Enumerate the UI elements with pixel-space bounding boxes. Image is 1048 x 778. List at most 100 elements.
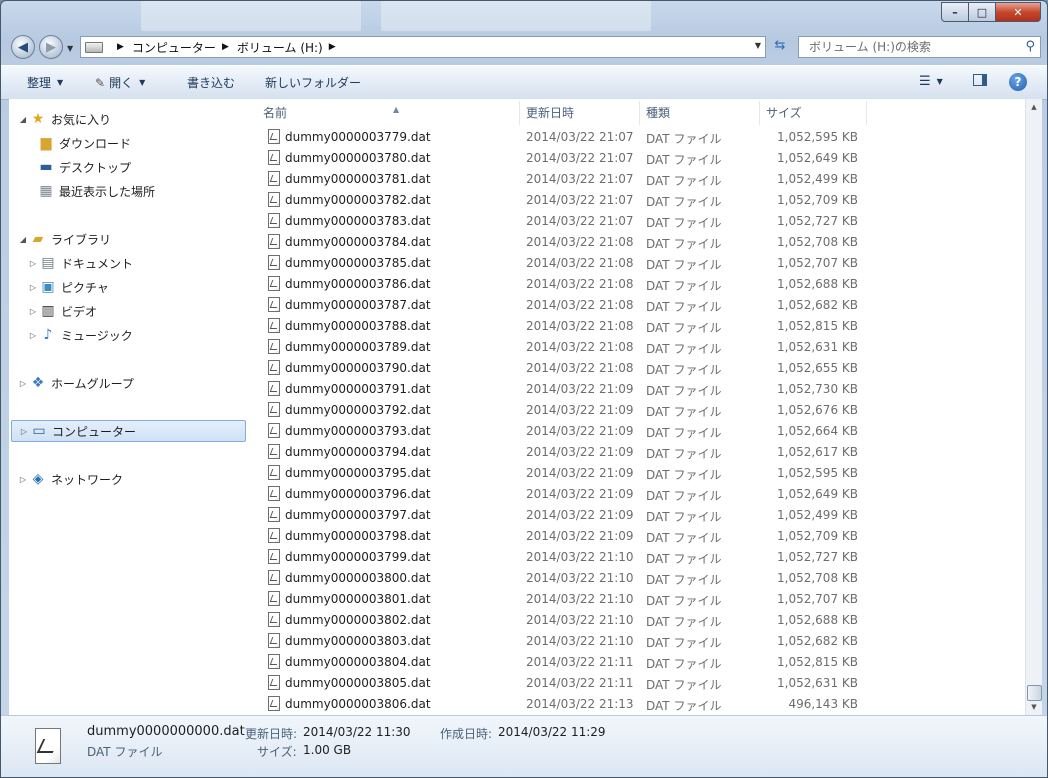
- nav-pictures[interactable]: ▷ ▣ ピクチャ: [27, 276, 109, 298]
- file-row[interactable]: dummy0000003803.dat 2014/03/22 21:10 DAT フ…: [247, 631, 867, 652]
- file-row[interactable]: dummy0000003801.dat 2014/03/22 21:10 DAT フ…: [247, 589, 867, 610]
- breadcrumb-label: ボリューム (H:): [236, 40, 323, 55]
- organize-button[interactable]: 整理 ▼: [27, 74, 63, 91]
- column-header-size[interactable]: サイズ: [760, 101, 867, 125]
- search-icon[interactable]: ⚲: [1025, 39, 1035, 54]
- collapse-icon[interactable]: ▷: [27, 259, 39, 268]
- file-row[interactable]: dummy0000003785.dat 2014/03/22 21:08 DAT フ…: [247, 253, 867, 274]
- file-type: DAT ファイル: [646, 594, 722, 608]
- nav-homegroup[interactable]: ▷ ❖ ホームグループ: [17, 372, 134, 394]
- file-type: DAT ファイル: [646, 426, 722, 440]
- column-header-type[interactable]: 種類: [640, 101, 760, 125]
- collapse-icon[interactable]: ▷: [17, 379, 29, 388]
- file-name: dummy0000003805.dat: [285, 676, 431, 690]
- file-row[interactable]: dummy0000003786.dat 2014/03/22 21:08 DAT フ…: [247, 274, 867, 295]
- sort-ascending-icon: ▲: [393, 105, 400, 114]
- collapse-icon[interactable]: ▷: [17, 475, 29, 484]
- file-date: 2014/03/22 21:10: [526, 592, 634, 606]
- nav-downloads[interactable]: ▆ ダウンロード: [37, 132, 131, 154]
- breadcrumb-volume[interactable]: ボリューム (H:) ▶: [233, 39, 340, 56]
- collapse-icon[interactable]: ▷: [27, 307, 39, 316]
- file-row[interactable]: dummy0000003800.dat 2014/03/22 21:10 DAT フ…: [247, 568, 867, 589]
- file-date: 2014/03/22 21:10: [526, 550, 634, 564]
- file-row[interactable]: dummy0000003783.dat 2014/03/22 21:07 DAT フ…: [247, 211, 867, 232]
- file-row[interactable]: dummy0000003790.dat 2014/03/22 21:08 DAT フ…: [247, 358, 867, 379]
- nav-libraries[interactable]: ◢ ▰ ライブラリ: [17, 228, 111, 250]
- minimize-button[interactable]: –: [941, 2, 969, 22]
- nav-documents[interactable]: ▷ ▤ ドキュメント: [27, 252, 133, 274]
- file-row[interactable]: dummy0000003781.dat 2014/03/22 21:07 DAT フ…: [247, 169, 867, 190]
- help-button[interactable]: ?: [1009, 73, 1027, 91]
- file-row[interactable]: dummy0000003799.dat 2014/03/22 21:10 DAT フ…: [247, 547, 867, 568]
- column-header-name[interactable]: ▲ 名前: [257, 101, 520, 125]
- file-row[interactable]: dummy0000003805.dat 2014/03/22 21:11 DAT フ…: [247, 673, 867, 694]
- file-row[interactable]: dummy0000003792.dat 2014/03/22 21:09 DAT フ…: [247, 400, 867, 421]
- vertical-scrollbar[interactable]: ▲ ▼: [1025, 99, 1042, 715]
- chevron-right-icon[interactable]: ▶: [222, 42, 229, 52]
- file-name: dummy0000003785.dat: [285, 256, 431, 270]
- file-row[interactable]: dummy0000003802.dat 2014/03/22 21:10 DAT フ…: [247, 610, 867, 631]
- forward-button[interactable]: ▶: [39, 35, 63, 59]
- file-size: 1,052,499 KB: [777, 172, 858, 186]
- close-button[interactable]: ✕: [995, 2, 1041, 22]
- breadcrumb-computer[interactable]: コンピューター ▶: [128, 39, 233, 56]
- file-row[interactable]: dummy0000003795.dat 2014/03/22 21:09 DAT フ…: [247, 463, 867, 484]
- column-header-date[interactable]: 更新日時: [520, 101, 640, 125]
- breadcrumb-root-arrow[interactable]: ▶: [107, 42, 128, 52]
- file-name: dummy0000003781.dat: [285, 172, 431, 186]
- file-row[interactable]: dummy0000003782.dat 2014/03/22 21:07 DAT フ…: [247, 190, 867, 211]
- nav-label: ライブラリ: [51, 232, 112, 247]
- file-row[interactable]: dummy0000003796.dat 2014/03/22 21:09 DAT フ…: [247, 484, 867, 505]
- nav-recent-places[interactable]: ▦ 最近表示した場所: [37, 180, 155, 202]
- burn-button[interactable]: 書き込む: [187, 74, 235, 91]
- view-options-button[interactable]: ☰ ▼: [919, 74, 943, 89]
- open-button[interactable]: ✎ 開く ▼: [95, 74, 145, 91]
- nav-videos[interactable]: ▷ ▥ ビデオ: [27, 300, 97, 322]
- nav-computer[interactable]: ▷ ▭ コンピューター: [11, 420, 246, 442]
- file-row[interactable]: dummy0000003787.dat 2014/03/22 21:08 DAT フ…: [247, 295, 867, 316]
- expand-icon[interactable]: ◢: [17, 235, 29, 244]
- back-button[interactable]: ◀: [11, 35, 35, 59]
- file-row[interactable]: dummy0000003798.dat 2014/03/22 21:09 DAT フ…: [247, 526, 867, 547]
- file-row[interactable]: dummy0000003788.dat 2014/03/22 21:08 DAT フ…: [247, 316, 867, 337]
- file-size: 1,052,707 KB: [777, 256, 858, 270]
- scroll-up-button[interactable]: ▲: [1026, 99, 1042, 115]
- chevron-right-icon[interactable]: ▶: [329, 42, 336, 52]
- search-box[interactable]: ⚲: [798, 36, 1041, 58]
- nav-favorites[interactable]: ◢ ★ お気に入り: [17, 108, 111, 130]
- computer-icon: ▭: [32, 423, 46, 439]
- collapse-icon[interactable]: ▷: [18, 427, 30, 436]
- address-dropdown-icon[interactable]: ▼: [755, 41, 761, 50]
- nav-desktop[interactable]: ▬ デスクトップ: [37, 156, 131, 178]
- title-bar[interactable]: [141, 1, 361, 31]
- file-type: DAT ファイル: [646, 216, 722, 230]
- expand-icon[interactable]: ◢: [17, 115, 29, 124]
- file-row[interactable]: dummy0000003797.dat 2014/03/22 21:09 DAT フ…: [247, 505, 867, 526]
- preview-pane-button[interactable]: [973, 74, 987, 86]
- file-row[interactable]: dummy0000003794.dat 2014/03/22 21:09 DAT フ…: [247, 442, 867, 463]
- file-row[interactable]: dummy0000003789.dat 2014/03/22 21:08 DAT フ…: [247, 337, 867, 358]
- address-bar[interactable]: ▶ コンピューター ▶ ボリューム (H:) ▶ ▼: [80, 36, 766, 58]
- file-row[interactable]: dummy0000003784.dat 2014/03/22 21:08 DAT フ…: [247, 232, 867, 253]
- file-row[interactable]: dummy0000003806.dat 2014/03/22 21:13 DAT フ…: [247, 694, 867, 715]
- collapse-icon[interactable]: ▷: [27, 283, 39, 292]
- file-row[interactable]: dummy0000003780.dat 2014/03/22 21:07 DAT フ…: [247, 148, 867, 169]
- file-row[interactable]: dummy0000003791.dat 2014/03/22 21:09 DAT フ…: [247, 379, 867, 400]
- command-bar: 整理 ▼ ✎ 開く ▼ 書き込む 新しいフォルダー ☰ ▼ ?: [1, 65, 1047, 100]
- maximize-button[interactable]: □: [968, 2, 996, 22]
- new-folder-button[interactable]: 新しいフォルダー: [265, 74, 361, 91]
- collapse-icon[interactable]: ▷: [27, 331, 39, 340]
- recent-pages-dropdown[interactable]: ▼: [67, 44, 73, 53]
- minimize-icon: –: [952, 5, 958, 19]
- file-date: 2014/03/22 21:10: [526, 571, 634, 585]
- dat-file-icon: [268, 213, 280, 228]
- search-input[interactable]: [807, 39, 1016, 55]
- file-row[interactable]: dummy0000003779.dat 2014/03/22 21:07 DAT フ…: [247, 127, 867, 148]
- nav-network[interactable]: ▷ ◈ ネットワーク: [17, 468, 123, 490]
- refresh-button[interactable]: ⇆: [769, 38, 791, 56]
- file-row[interactable]: dummy0000003804.dat 2014/03/22 21:11 DAT フ…: [247, 652, 867, 673]
- nav-music[interactable]: ▷ ♪ ミュージック: [27, 324, 133, 346]
- file-row[interactable]: dummy0000003793.dat 2014/03/22 21:09 DAT フ…: [247, 421, 867, 442]
- scroll-down-button[interactable]: ▼: [1026, 699, 1042, 715]
- details-size-value: 1.00 GB: [303, 743, 352, 757]
